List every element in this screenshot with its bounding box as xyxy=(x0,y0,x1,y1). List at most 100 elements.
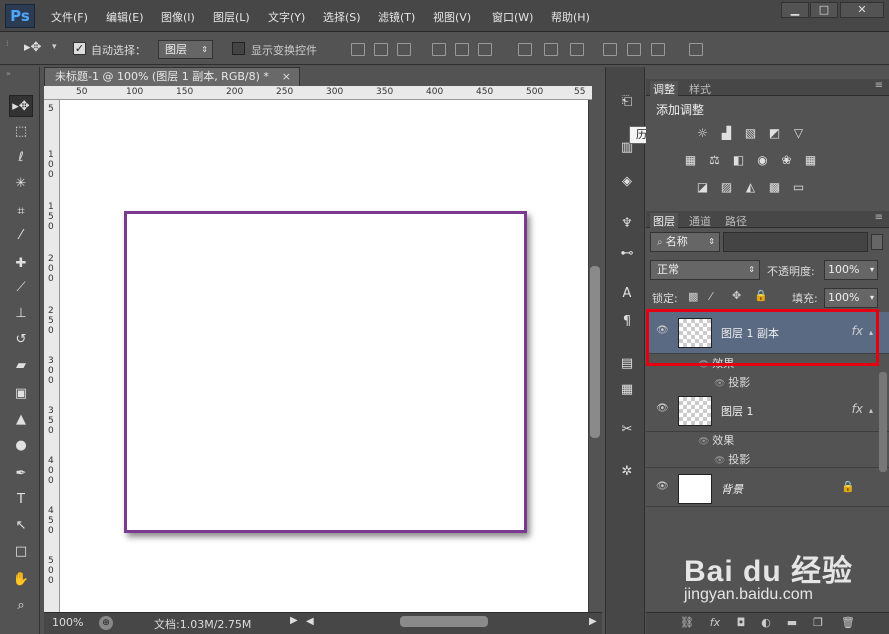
drop-shadow-effect[interactable]: 👁 投影 xyxy=(714,374,750,390)
collapse-effects-icon[interactable]: ▴ xyxy=(869,406,873,415)
exposure-icon[interactable]: ◩ xyxy=(766,126,783,141)
status-menu-arrow-icon[interactable]: ▶ xyxy=(290,615,298,626)
layers-scroll-thumb[interactable] xyxy=(879,372,887,472)
levels-icon[interactable]: ▟ xyxy=(718,126,735,141)
paragraph-panel-icon[interactable]: ¶ xyxy=(615,311,639,333)
menu-layer[interactable]: 图层(L) xyxy=(213,9,250,25)
eye-icon[interactable]: 👁 xyxy=(656,481,669,492)
preset-chevron-down-icon[interactable]: ▾ xyxy=(52,42,57,52)
actions-panel-icon[interactable]: ✲ xyxy=(615,461,639,483)
history-panel-icon[interactable]: ⎗ xyxy=(615,91,639,113)
opacity-field[interactable]: 100% ▾ xyxy=(824,260,878,280)
scroll-left-icon[interactable]: ◀ xyxy=(306,616,314,627)
clone-stamp-tool-icon[interactable]: ⊥ xyxy=(9,303,33,325)
move-tool-icon[interactable]: ▸✥ xyxy=(9,95,33,117)
fill-field[interactable]: 100% ▾ xyxy=(824,288,878,308)
brush-tool-icon[interactable]: ⟋ xyxy=(9,277,33,299)
collapse-arrows-icon[interactable]: » xyxy=(6,69,11,78)
tab-styles[interactable]: 样式 xyxy=(686,81,714,96)
invert-icon[interactable]: ◪ xyxy=(694,180,711,195)
filter-search-field[interactable] xyxy=(723,232,868,252)
menu-window[interactable]: 窗口(W) xyxy=(492,9,533,25)
channel-mixer-icon[interactable]: ❀ xyxy=(778,153,795,168)
eye-icon[interactable]: 👁 xyxy=(714,379,728,389)
close-tab-icon[interactable]: × xyxy=(282,68,291,86)
color-balance-icon[interactable]: ⚖ xyxy=(706,153,723,168)
align-hcenter-icon[interactable] xyxy=(455,43,469,56)
layer-row-1[interactable]: 👁 图层 1 fx ▴ xyxy=(646,390,889,432)
rectangle-shape[interactable] xyxy=(124,211,527,533)
gradient-map-icon[interactable]: ▭ xyxy=(790,180,807,195)
vertical-scroll-thumb[interactable] xyxy=(590,266,600,438)
layer-row-background[interactable]: 👁 背景 🔒 xyxy=(646,467,889,507)
photo-filter-icon[interactable]: ◉ xyxy=(754,153,771,168)
panel-menu-icon[interactable]: ≡ xyxy=(875,212,883,223)
menu-edit[interactable]: 编辑(E) xyxy=(106,9,144,25)
menu-filter[interactable]: 滤镜(T) xyxy=(378,9,415,25)
posterize-icon[interactable]: ▨ xyxy=(718,180,735,195)
tool-presets-icon[interactable]: ⊷ xyxy=(615,243,639,265)
path-selection-tool-icon[interactable]: ↖ xyxy=(9,515,33,537)
lasso-tool-icon[interactable]: ℓ xyxy=(9,147,33,169)
threshold-icon[interactable]: ◭ xyxy=(742,180,759,195)
tab-adjustments[interactable]: 调整 xyxy=(650,81,678,96)
panel-menu-icon[interactable]: ≡ xyxy=(875,80,883,91)
zoom-tool-icon[interactable]: ⌕ xyxy=(9,595,33,617)
info-panel-icon[interactable]: ▤ xyxy=(615,353,639,375)
menu-image[interactable]: 图像(I) xyxy=(161,9,195,25)
lock-all-icon[interactable]: 🔒 xyxy=(754,289,768,302)
align-top-icon[interactable] xyxy=(351,43,365,56)
3d-panel-icon[interactable]: ◈ xyxy=(615,171,639,193)
hand-tool-icon[interactable]: ✋ xyxy=(9,569,33,591)
rectangle-tool-icon[interactable]: □ xyxy=(9,541,33,563)
eye-icon[interactable]: 👁 xyxy=(656,403,669,414)
auto-select-checkbox[interactable]: ✓ xyxy=(73,42,86,55)
filter-toggle[interactable] xyxy=(871,234,883,250)
align-right-icon[interactable] xyxy=(478,43,492,56)
eye-icon[interactable]: 👁 xyxy=(714,456,728,466)
color-lookup-icon[interactable]: ▦ xyxy=(802,153,819,168)
tab-paths[interactable]: 路径 xyxy=(722,213,750,228)
tab-layers[interactable]: 图层 xyxy=(650,213,678,228)
distribute-left-icon[interactable] xyxy=(603,43,617,56)
crop-tool-icon[interactable]: ⌗ xyxy=(9,201,33,223)
marquee-tool-icon[interactable]: ⬚ xyxy=(9,121,33,143)
clone-source-icon[interactable]: ✂ xyxy=(615,419,639,441)
type-tool-icon[interactable]: T xyxy=(9,489,33,511)
document-tab[interactable]: 未标题-1 @ 100% (图层 1 副本, RGB/8) * × xyxy=(44,67,300,86)
hue-saturation-icon[interactable]: ▦ xyxy=(682,153,699,168)
close-window-button[interactable]: ✕ xyxy=(840,2,884,18)
auto-align-icon[interactable] xyxy=(689,43,703,56)
lock-transparency-icon[interactable]: ▩ xyxy=(688,290,698,303)
distribute-bottom-icon[interactable] xyxy=(570,43,584,56)
menu-type[interactable]: 文字(Y) xyxy=(268,9,305,25)
black-white-icon[interactable]: ◧ xyxy=(730,153,747,168)
maximize-button[interactable]: □ xyxy=(810,2,838,18)
brush-presets-icon[interactable]: ♆ xyxy=(615,213,639,235)
selective-color-icon[interactable]: ▩ xyxy=(766,180,783,195)
drop-shadow-effect[interactable]: 👁 投影 xyxy=(714,451,750,467)
curves-icon[interactable]: ▧ xyxy=(742,126,759,141)
horizontal-scroll-thumb[interactable] xyxy=(400,616,488,627)
move-tool-preset-icon[interactable]: ▸✥ xyxy=(24,40,41,55)
menu-view[interactable]: 视图(V) xyxy=(433,9,471,25)
blur-tool-icon[interactable]: ▲ xyxy=(9,409,33,431)
lock-position-icon[interactable]: ✥ xyxy=(732,289,741,302)
tab-channels[interactable]: 通道 xyxy=(686,213,714,228)
healing-brush-tool-icon[interactable]: ✚ xyxy=(9,253,33,275)
distribute-top-icon[interactable] xyxy=(518,43,532,56)
menu-select[interactable]: 选择(S) xyxy=(323,9,361,25)
align-left-icon[interactable] xyxy=(432,43,446,56)
filter-kind-dropdown[interactable]: ⌕ 名称 ⇕ xyxy=(650,232,720,252)
dodge-tool-icon[interactable]: ● xyxy=(9,435,33,457)
vibrance-icon[interactable]: ▽ xyxy=(790,126,807,141)
gradient-tool-icon[interactable]: ▣ xyxy=(9,383,33,405)
menu-help[interactable]: 帮助(H) xyxy=(551,9,590,25)
distribute-right-icon[interactable] xyxy=(651,43,665,56)
blend-mode-dropdown[interactable]: 正常 ⇕ xyxy=(650,260,760,280)
eraser-tool-icon[interactable]: ▰ xyxy=(9,355,33,377)
pen-tool-icon[interactable]: ✒ xyxy=(9,463,33,485)
notes-panel-icon[interactable]: ▦ xyxy=(615,379,639,401)
scroll-right-icon[interactable]: ▶ xyxy=(589,616,597,627)
align-bottom-icon[interactable] xyxy=(397,43,411,56)
